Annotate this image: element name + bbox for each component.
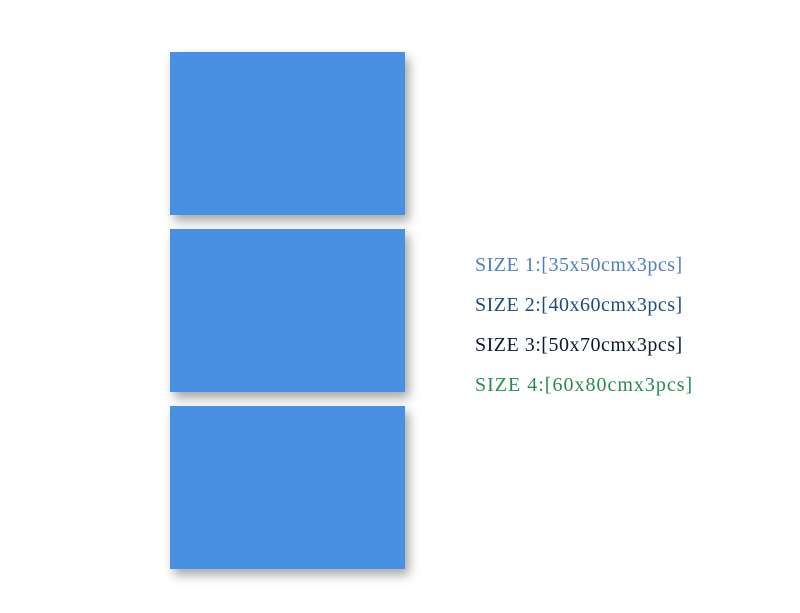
canvas-panel-3	[170, 406, 405, 569]
size-options-list: SIZE 1:35x50cmx3pcs SIZE 2:40x60cmx3pcs …	[475, 255, 693, 415]
canvas-panel-2	[170, 229, 405, 392]
size-value: 60x80cmx3pcs	[545, 374, 693, 396]
size-value: 35x50cmx3pcs	[541, 254, 682, 276]
size-value: 40x60cmx3pcs	[541, 294, 682, 316]
size-option-4: SIZE 4:60x80cmx3pcs	[475, 375, 693, 395]
canvas-panels-stack	[170, 52, 405, 569]
canvas-panel-1	[170, 52, 405, 215]
size-label: SIZE 1:	[475, 254, 541, 276]
size-label: SIZE 3:	[475, 334, 541, 356]
size-option-2: SIZE 2:40x60cmx3pcs	[475, 295, 693, 315]
size-value: 50x70cmx3pcs	[541, 334, 682, 356]
size-label: SIZE 2:	[475, 294, 541, 316]
size-label: SIZE 4:	[475, 374, 545, 396]
size-option-1: SIZE 1:35x50cmx3pcs	[475, 255, 693, 275]
product-size-diagram: SIZE 1:35x50cmx3pcs SIZE 2:40x60cmx3pcs …	[0, 0, 800, 613]
size-option-3: SIZE 3:50x70cmx3pcs	[475, 335, 693, 355]
